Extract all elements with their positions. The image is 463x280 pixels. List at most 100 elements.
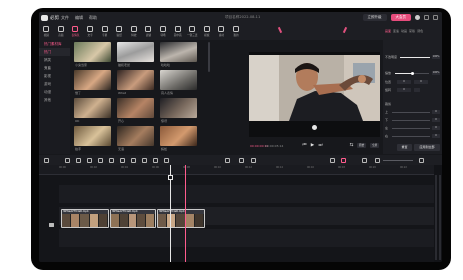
track-visibility-icon[interactable] xyxy=(49,223,54,227)
media-thumb[interactable] xyxy=(160,42,197,62)
crop-top-value[interactable]: 0 xyxy=(432,110,440,114)
snap-icon[interactable] xyxy=(330,157,335,163)
crop-bottom-slider[interactable] xyxy=(392,120,430,121)
position-y[interactable]: 0 xyxy=(414,80,428,84)
crop-bottom-value[interactable]: 0 xyxy=(432,118,440,122)
tool-mine[interactable]: 我的 xyxy=(229,23,244,40)
crop-left-slider[interactable] xyxy=(392,128,430,129)
marker-tool-icon[interactable] xyxy=(164,157,169,163)
tool-text[interactable]: 文字 xyxy=(83,23,98,40)
play-button[interactable]: ▶ xyxy=(310,143,315,148)
mirror-icon[interactable] xyxy=(131,157,136,163)
category-item-anime[interactable]: 动漫 xyxy=(39,88,70,96)
media-thumb[interactable] xyxy=(160,70,197,90)
tool-effect[interactable]: 特效 xyxy=(127,23,142,40)
tool-sticker[interactable]: 表情包 xyxy=(68,23,83,40)
media-thumb[interactable] xyxy=(117,98,154,118)
undo-icon[interactable] xyxy=(65,157,70,163)
playhead-handle[interactable] xyxy=(168,175,173,180)
media-thumb[interactable] xyxy=(160,126,197,146)
tool-paste[interactable]: 贴纸 xyxy=(112,23,127,40)
crop-tool-icon[interactable] xyxy=(109,157,114,163)
speed-icon[interactable] xyxy=(153,157,158,163)
crop-icon[interactable]: ⇆ xyxy=(349,143,354,148)
freeze-icon[interactable] xyxy=(120,157,125,163)
tab-mask[interactable]: 蒙版 xyxy=(409,29,415,33)
position-x[interactable]: 0 xyxy=(397,80,411,84)
reset-button[interactable]: 重置 xyxy=(397,144,412,151)
tool-subtitle[interactable]: 字幕 xyxy=(97,23,112,40)
select-tool-icon[interactable] xyxy=(44,157,49,163)
category-item-guichu[interactable]: 鬼畜 xyxy=(39,64,70,72)
media-thumb[interactable] xyxy=(74,42,111,62)
category-item-film[interactable]: 影视 xyxy=(39,72,70,80)
play-indicator[interactable] xyxy=(312,125,317,130)
next-frame-button[interactable]: ⏭ xyxy=(318,143,323,148)
rotate-icon[interactable] xyxy=(414,88,420,92)
tool-filter[interactable]: 滤镜 xyxy=(141,23,156,40)
tab-color[interactable]: 调色 xyxy=(417,29,423,33)
ratio-select[interactable]: 原始 xyxy=(357,143,367,148)
zoom-out-icon[interactable] xyxy=(375,157,380,163)
redo-icon[interactable] xyxy=(76,157,81,163)
tool-template[interactable]: 模板 xyxy=(200,23,215,40)
media-thumb[interactable] xyxy=(74,70,111,90)
category-item-other[interactable]: 其他 xyxy=(39,96,70,104)
scale-value[interactable]: 100% xyxy=(432,71,440,75)
split-icon[interactable] xyxy=(87,157,92,163)
media-thumb[interactable] xyxy=(117,70,154,90)
menu-file[interactable]: 文件 xyxy=(61,15,69,21)
apply-all-button[interactable]: 应用到全部 xyxy=(414,144,440,151)
screen-icon[interactable] xyxy=(251,157,256,163)
tab-speed[interactable]: 变速 xyxy=(393,29,399,33)
media-thumb[interactable] xyxy=(160,98,197,118)
category-item-game[interactable]: 游戏 xyxy=(39,80,70,88)
link-icon[interactable] xyxy=(341,157,346,163)
media-thumb[interactable] xyxy=(117,126,154,146)
fit-icon[interactable] xyxy=(362,157,367,163)
timeline-clip[interactable]: IWWaAVTICleR.mp4 xyxy=(157,209,205,228)
tool-video[interactable]: 视频 xyxy=(39,23,54,40)
opacity-slider[interactable] xyxy=(400,57,430,58)
zoom-slider[interactable] xyxy=(383,160,413,161)
rotate-tool-icon[interactable] xyxy=(142,157,147,163)
timeline-clip[interactable]: IWWaAVTICleR.mp4 xyxy=(61,209,109,228)
track-row[interactable] xyxy=(59,229,434,247)
mic-icon[interactable] xyxy=(239,157,244,163)
record-icon[interactable] xyxy=(225,157,230,163)
prev-frame-button[interactable]: ⏮ xyxy=(302,143,307,148)
scale-knob[interactable] xyxy=(411,72,414,75)
tool-like[interactable]: 一键三连 xyxy=(185,23,200,40)
fullscreen-button[interactable]: 全屏 xyxy=(370,143,380,148)
media-thumb[interactable] xyxy=(117,42,154,62)
delete-icon[interactable] xyxy=(98,157,103,163)
crop-right-slider[interactable] xyxy=(392,136,430,137)
tool-audio[interactable]: 音频 xyxy=(54,23,69,40)
timeline-clip[interactable]: IWWaAVTICleR.mp4 xyxy=(110,209,156,228)
media-thumb[interactable] xyxy=(74,126,111,146)
avatar[interactable] xyxy=(415,15,420,20)
tool-transition[interactable]: 转场 xyxy=(156,23,171,40)
minimize-icon[interactable] xyxy=(424,15,429,20)
upgrade-button[interactable]: 立即升级 xyxy=(362,14,387,21)
opacity-value[interactable]: 100% xyxy=(432,55,440,59)
crop-right-value[interactable]: 0 xyxy=(432,134,440,138)
tool-asset[interactable]: 素材 xyxy=(214,23,229,40)
timeline-ruler[interactable]: 00:00 00:02 00:04 00:06 00:08 00:10 00:1… xyxy=(39,165,434,175)
tab-picture[interactable]: 画面 xyxy=(385,29,391,33)
tab-animation[interactable]: 动画 xyxy=(401,29,407,33)
zoom-in-icon[interactable] xyxy=(419,157,424,163)
track-row[interactable] xyxy=(59,185,434,203)
menu-edit[interactable]: 编辑 xyxy=(75,15,83,21)
video-player[interactable] xyxy=(249,52,380,137)
rotate-value[interactable]: 0 xyxy=(397,88,411,92)
menu-help[interactable]: 帮助 xyxy=(89,15,97,21)
tool-pip[interactable]: 画中画 xyxy=(170,23,185,40)
crop-top-slider[interactable] xyxy=(392,112,430,113)
category-item-funny[interactable]: 搞笑 xyxy=(39,56,70,64)
media-scrollbar[interactable] xyxy=(208,42,210,72)
close-icon[interactable] xyxy=(433,15,438,20)
vip-button[interactable]: 大会员 xyxy=(390,14,411,21)
category-item-hot[interactable]: 热门 xyxy=(39,48,70,56)
crop-left-value[interactable]: 0 xyxy=(432,126,440,130)
